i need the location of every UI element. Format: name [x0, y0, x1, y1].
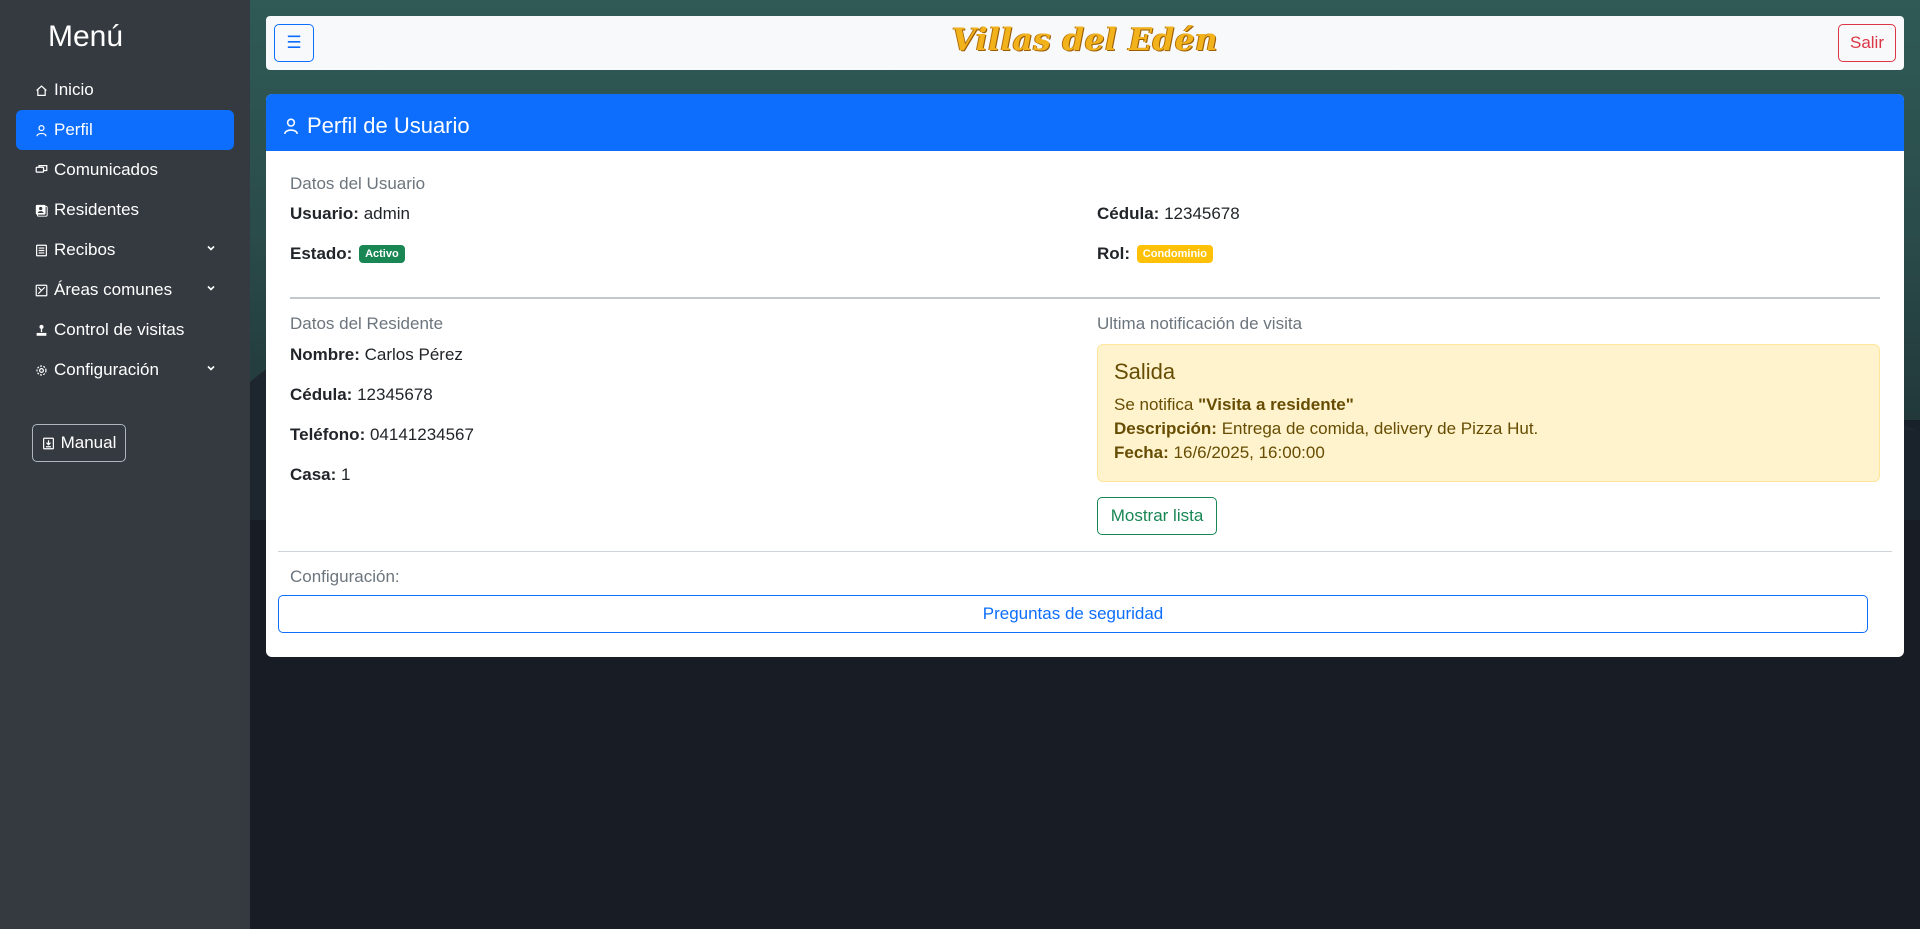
- user-icon: [34, 123, 48, 137]
- chevron-down-icon: [207, 245, 215, 251]
- telefono-field: Teléfono: 04141234567: [290, 425, 474, 445]
- role-badge: Condominio: [1136, 245, 1213, 263]
- sidebar-item-label: Residentes: [54, 200, 140, 219]
- usuario-value: admin: [363, 204, 411, 223]
- visit-notification-alert: Salida Se notifica "Visita a residente" …: [1097, 344, 1880, 482]
- receipt-icon: [34, 243, 48, 257]
- manual-button[interactable]: Manual: [32, 424, 126, 462]
- fecha-value: 16/6/2025, 16:00:00: [1173, 443, 1325, 462]
- alert-title: Salida: [1114, 359, 1176, 384]
- alert-notify-line: Se notifica "Visita a residente": [1114, 393, 1863, 417]
- descripcion-label: Descripción:: [1114, 419, 1217, 438]
- sidebar-item-comunicados[interactable]: Comunicados: [16, 150, 234, 190]
- joystick-icon: [34, 323, 48, 337]
- card-header: Perfil de Usuario: [266, 94, 1904, 151]
- section-divider: [290, 297, 1880, 299]
- brand-logo: Villas del Edén: [951, 22, 1219, 58]
- nombre-label: Nombre:: [290, 345, 360, 364]
- usuario-field: Usuario: admin: [290, 204, 410, 224]
- cedula-value: 12345678: [1164, 204, 1240, 223]
- sidebar-item-label: Áreas comunes: [54, 280, 173, 299]
- sidebar-item-label: Inicio: [54, 80, 94, 99]
- chevron-down-icon: [207, 365, 215, 371]
- status-badge: Activo: [359, 245, 405, 263]
- config-divider: [278, 551, 1892, 552]
- notification-section-title: Ultima notificación de visita: [1097, 314, 1303, 333]
- telefono-label: Teléfono:: [290, 425, 366, 444]
- casa-value: 1: [341, 465, 351, 484]
- sidebar-item-configuracion[interactable]: Configuración: [16, 350, 234, 390]
- estado-label: Estado:: [290, 244, 353, 263]
- sidebar-item-areas-comunes[interactable]: Áreas comunes: [16, 270, 234, 310]
- area-icon: [34, 283, 48, 297]
- resident-section-title: Datos del Residente: [290, 314, 444, 333]
- estado-field: Estado: Activo: [290, 244, 405, 264]
- sidebar-item-residentes[interactable]: Residentes: [16, 190, 234, 230]
- manual-button-label: Manual: [60, 433, 117, 452]
- gear-icon: [34, 363, 48, 377]
- sidebar-item-label: Comunicados: [54, 160, 158, 179]
- manual-icon: [42, 437, 54, 449]
- rol-label: Rol:: [1097, 244, 1131, 263]
- chat-icon: [34, 163, 48, 177]
- sidebar-item-perfil[interactable]: Perfil: [16, 110, 234, 150]
- sidebar-item-inicio[interactable]: Inicio: [16, 70, 234, 110]
- telefono-value: 04141234567: [369, 425, 474, 444]
- sidebar-item-label: Recibos: [54, 240, 116, 259]
- nombre-field: Nombre: Carlos Pérez: [290, 345, 463, 365]
- sidebar-item-control-visitas[interactable]: Control de visitas: [16, 310, 234, 350]
- resident-cedula-value: 12345678: [357, 385, 433, 404]
- notify-prefix: Se notifica: [1114, 395, 1194, 414]
- resident-cedula-field: Cédula: 12345678: [290, 385, 433, 405]
- descripcion-value: Entrega de comida, delivery de Pizza Hut…: [1221, 419, 1539, 438]
- user-section-title: Datos del Usuario: [290, 174, 426, 193]
- sidebar-item-label: Configuración: [54, 360, 159, 379]
- residents-icon: [34, 203, 48, 217]
- alert-description-line: Descripción: Entrega de comida, delivery…: [1114, 417, 1863, 441]
- user-icon: [284, 117, 298, 134]
- sidebar-item-label: Perfil: [54, 120, 93, 139]
- sidebar-item-label: Control de visitas: [54, 320, 185, 339]
- fecha-label: Fecha:: [1114, 443, 1169, 462]
- card-title: Perfil de Usuario: [307, 112, 470, 138]
- sidebar-title: Menú: [48, 20, 124, 53]
- notify-value: "Visita a residente": [1198, 395, 1354, 414]
- logout-button[interactable]: Salir: [1838, 24, 1896, 62]
- usuario-label: Usuario:: [290, 204, 359, 223]
- resident-cedula-label: Cédula:: [290, 385, 353, 404]
- show-list-button[interactable]: Mostrar lista: [1097, 497, 1217, 535]
- chevron-down-icon: [207, 285, 215, 291]
- top-navbar: ☰ Villas del Edén Salir: [266, 16, 1904, 70]
- alert-date-line: Fecha: 16/6/2025, 16:00:00: [1114, 441, 1863, 465]
- casa-field: Casa: 1: [290, 465, 351, 485]
- cedula-field: Cédula: 12345678: [1097, 204, 1240, 224]
- config-section-title: Configuración:: [290, 567, 400, 586]
- cedula-label: Cédula:: [1097, 204, 1160, 223]
- security-questions-button[interactable]: Preguntas de seguridad: [278, 595, 1868, 633]
- sidebar-item-recibos[interactable]: Recibos: [16, 230, 234, 270]
- home-icon: [34, 83, 48, 97]
- profile-card: Perfil de Usuario Datos del Usuario Usua…: [266, 94, 1904, 657]
- sidebar: Menú Inicio Perfil Comunicados Residente…: [0, 0, 250, 929]
- casa-label: Casa:: [290, 465, 337, 484]
- rol-field: Rol: Condominio: [1097, 244, 1213, 264]
- nombre-value: Carlos Pérez: [364, 345, 463, 364]
